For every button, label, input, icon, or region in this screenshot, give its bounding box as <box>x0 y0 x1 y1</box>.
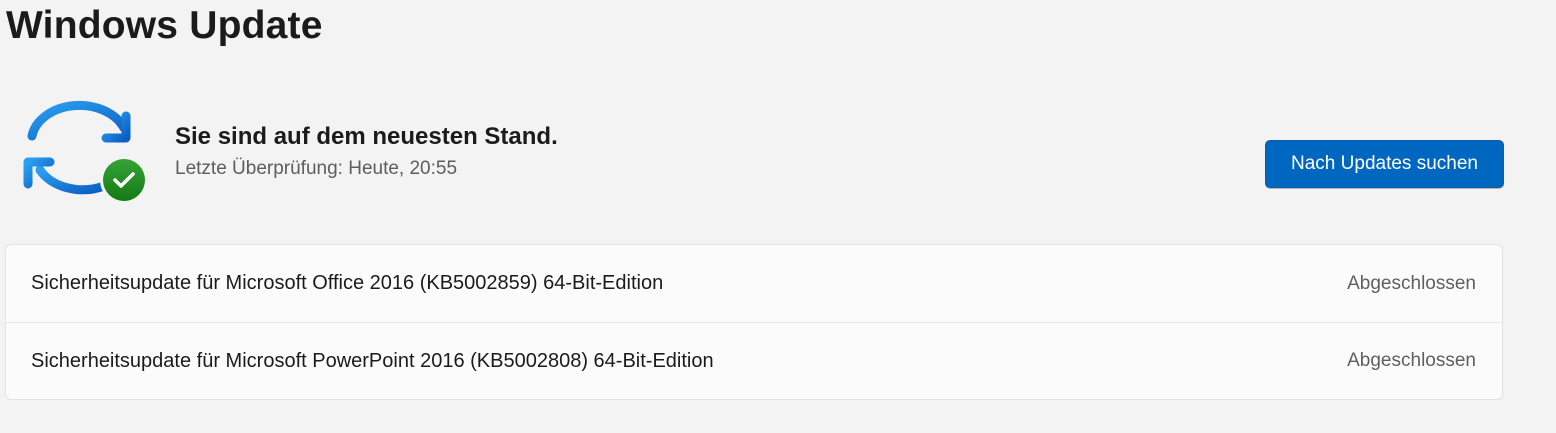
check-for-updates-button[interactable]: Nach Updates suchen <box>1265 140 1504 188</box>
list-item[interactable]: Sicherheitsupdate für Microsoft PowerPoi… <box>6 322 1502 399</box>
update-status-label: Abgeschlossen <box>1347 350 1476 371</box>
update-name: Sicherheitsupdate für Microsoft Office 2… <box>31 272 664 294</box>
last-checked-text: Letzte Überprüfung: Heute, 20:55 <box>175 158 458 179</box>
updates-list: Sicherheitsupdate für Microsoft Office 2… <box>5 244 1503 400</box>
page-title: Windows Update <box>6 4 323 47</box>
windows-update-page: Windows Update Sie sind auf dem neuesten… <box>0 0 1556 433</box>
update-name: Sicherheitsupdate für Microsoft PowerPoi… <box>31 349 714 372</box>
status-heading: Sie sind auf dem neuesten Stand. <box>175 123 558 150</box>
list-item[interactable]: Sicherheitsupdate für Microsoft Office 2… <box>6 245 1502 322</box>
update-status: Sie sind auf dem neuesten Stand. Letzte … <box>175 120 558 184</box>
update-status-label: Abgeschlossen <box>1347 272 1476 294</box>
sync-check-icon <box>18 94 152 206</box>
